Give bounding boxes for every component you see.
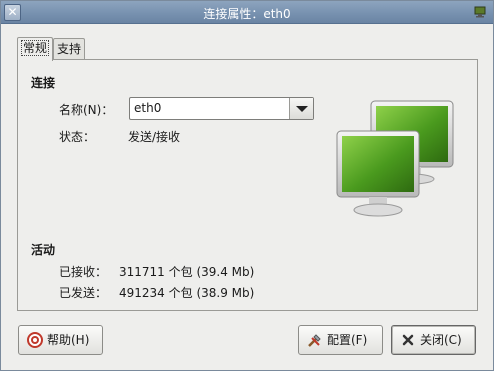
window-menu-icon[interactable] <box>473 5 487 19</box>
close-icon <box>402 334 414 346</box>
connection-section-title: 连接 <box>31 76 56 90</box>
name-combo-value: eth0 <box>134 101 162 115</box>
tools-icon <box>308 334 321 347</box>
received-value: 311711 个包 (39.4 Mb) <box>119 265 255 279</box>
dialog-window: ✕ 连接属性：eth0 常规 支持 连接 名称(N)： eth0 状态： 发送/… <box>0 0 494 371</box>
received-label: 已接收： <box>59 265 108 279</box>
network-computers-icon <box>336 100 454 217</box>
close-button-label: 关闭(C) <box>420 333 462 347</box>
close-button[interactable]: 关闭(C) <box>391 325 476 355</box>
status-value: 发送/接收 <box>128 130 181 144</box>
help-icon <box>27 332 43 348</box>
help-button-label: 帮助(H) <box>47 333 90 347</box>
sent-label: 已发送： <box>59 286 108 300</box>
tab-general[interactable]: 常规 <box>17 37 54 61</box>
tab-support[interactable]: 支持 <box>53 38 86 59</box>
window-title: 连接属性：eth0 <box>203 7 291 21</box>
sent-value: 491234 个包 (38.9 Mb) <box>119 286 255 300</box>
help-button[interactable]: 帮助(H) <box>18 325 103 355</box>
chevron-down-icon[interactable] <box>289 98 313 119</box>
activity-section-title: 活动 <box>31 243 56 257</box>
configure-button-label: 配置(F) <box>327 333 368 347</box>
name-combo[interactable]: eth0 <box>129 97 314 120</box>
configure-button[interactable]: 配置(F) <box>298 325 383 355</box>
status-label: 状态： <box>59 130 96 144</box>
name-label: 名称(N)： <box>59 103 114 117</box>
tab-general-label: 常规 <box>21 40 50 56</box>
titlebar[interactable]: ✕ 连接属性：eth0 <box>1 1 493 24</box>
